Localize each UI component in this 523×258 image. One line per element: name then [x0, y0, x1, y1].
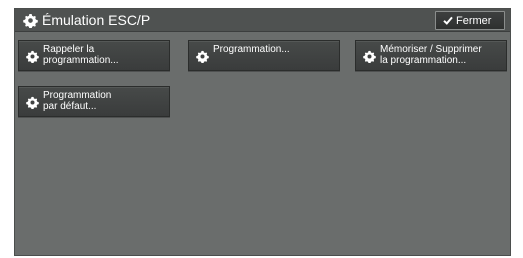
checkmark-icon [443, 16, 453, 25]
gear-icon [363, 50, 376, 63]
tile-label: Mémoriser / Supprimer la programmation..… [380, 44, 482, 66]
recall-programming-button[interactable]: Rappeler la programmation... [18, 40, 170, 71]
gear-icon [23, 13, 38, 28]
gear-icon [26, 50, 39, 63]
default-programming-button[interactable]: Programmation par défaut... [18, 86, 170, 117]
gear-icon [196, 50, 209, 63]
tile-label: Programmation... [213, 44, 290, 55]
store-delete-programming-button[interactable]: Mémoriser / Supprimer la programmation..… [355, 40, 507, 71]
close-button[interactable]: Fermer [435, 11, 505, 30]
programming-button[interactable]: Programmation... [188, 40, 340, 71]
dialog-panel: Émulation ESC/P Fermer Rappeler la progr… [14, 8, 511, 256]
close-button-label: Fermer [456, 15, 492, 27]
title-bar: Émulation ESC/P Fermer [15, 9, 510, 32]
tile-label: Rappeler la programmation... [43, 44, 119, 66]
page-title: Émulation ESC/P [42, 12, 151, 28]
gear-icon [26, 96, 39, 109]
tile-label: Programmation par défaut... [43, 90, 112, 112]
